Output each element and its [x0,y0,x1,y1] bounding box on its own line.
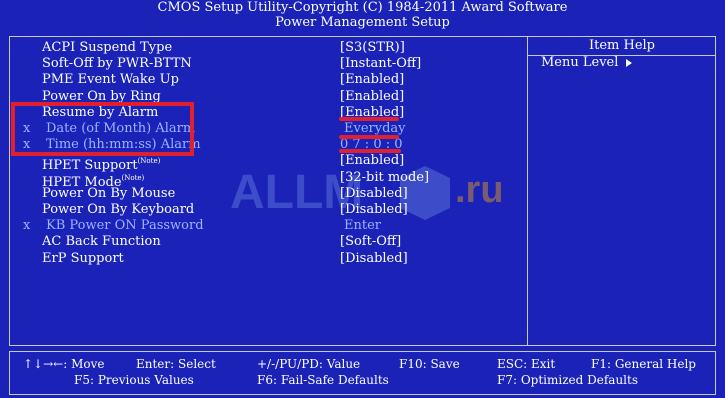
menu-level-arrow-icon [626,58,633,67]
key-failsafe: F6: Fail-Safe Defaults [257,373,389,387]
setting-value[interactable]: [Enabled] [340,72,404,88]
note-superscript: (Note) [121,173,145,182]
key-legend: ↑↓→←: Move Enter: Select +/-/PU/PD: Valu… [9,351,716,395]
note-superscript: (Note) [137,157,161,166]
setting-label-text: Power On By Mouse [42,185,176,201]
bios-header: CMOS Setup Utility-Copyright (C) 1984-20… [0,0,725,30]
setting-label-text: AC Back Function [42,234,161,250]
copyright-line: CMOS Setup Utility-Copyright (C) 1984-20… [157,0,568,15]
setting-row[interactable]: ACPI Suspend Type [S3(STR)] [0,40,527,56]
unavailable-mark: x [23,218,31,234]
setting-label: ErP Support [42,251,124,267]
setting-row[interactable]: AC Back Function [Soft-Off] [0,234,527,250]
setting-label-text: PME Event Wake Up [42,72,179,88]
annotation-box [11,102,194,156]
setting-value[interactable]: [Disabled] [340,251,408,267]
setting-value[interactable]: [Enabled] [340,153,404,169]
setting-row[interactable]: Power On By Keyboard [Disabled] [0,202,527,218]
setting-label: AC Back Function [42,234,161,250]
setting-label: ACPI Suspend Type [42,40,172,56]
setting-value[interactable]: [S3(STR)] [340,40,405,56]
key-exit: ESC: Exit [497,357,556,371]
setting-label-text: Power On By Keyboard [42,202,195,217]
setting-row[interactable]: PME Event Wake Up [Enabled] [0,72,527,88]
setting-row: x KB Power ON Password Enter [0,218,527,234]
setting-value[interactable]: [Disabled] [340,202,408,218]
setting-label: Soft-Off by PWR-BTTN [42,56,192,72]
setting-label-text: ACPI Suspend Type [42,40,173,55]
setting-label-text: Soft-Off by PWR-BTTN [42,56,192,72]
setting-label: Power On By Keyboard [42,202,194,218]
key-help: F1: General Help [591,357,696,371]
setting-value[interactable]: [Enabled] [340,89,404,105]
key-enter: Enter: Select [136,357,216,371]
key-move: ↑↓→←: Move [23,357,105,371]
setting-label: PME Event Wake Up [42,72,179,88]
setting-value[interactable]: [Disabled] [340,186,408,202]
annotation-underline-everyday [339,135,399,139]
item-help-title: Item Help [588,38,656,53]
setting-value[interactable]: [32-bit mode] [340,170,429,186]
setting-row[interactable]: Soft-Off by PWR-BTTN [Instant-Off] [0,56,527,72]
setting-value[interactable]: [Soft-Off] [340,234,401,250]
setting-row[interactable]: HPET Mode(Note) [32-bit mode] [0,170,527,190]
setting-label-text: ErP Support [42,250,124,266]
setting-label-text: KB Power ON Password [46,218,204,234]
annotation-underline-enabled [339,117,399,121]
setting-row[interactable]: Power On By Mouse [Disabled] [0,186,527,202]
setting-label: KB Power ON Password [46,218,204,234]
setting-value[interactable]: [Instant-Off] [340,56,421,72]
setting-row[interactable]: ErP Support [Disabled] [0,251,527,267]
key-previous: F5: Previous Values [74,373,194,387]
key-save: F10: Save [399,357,460,371]
menu-level: Menu Level [541,55,633,70]
key-optimized: F7: Optimized Defaults [497,373,638,387]
key-value: +/-/PU/PD: Value [257,357,361,371]
menu-level-label: Menu Level [541,55,619,70]
setting-value: Enter [344,218,381,234]
page-title: Power Management Setup [275,15,450,30]
setting-label: Power On By Mouse [42,186,175,202]
annotation-underline-time [339,149,401,153]
